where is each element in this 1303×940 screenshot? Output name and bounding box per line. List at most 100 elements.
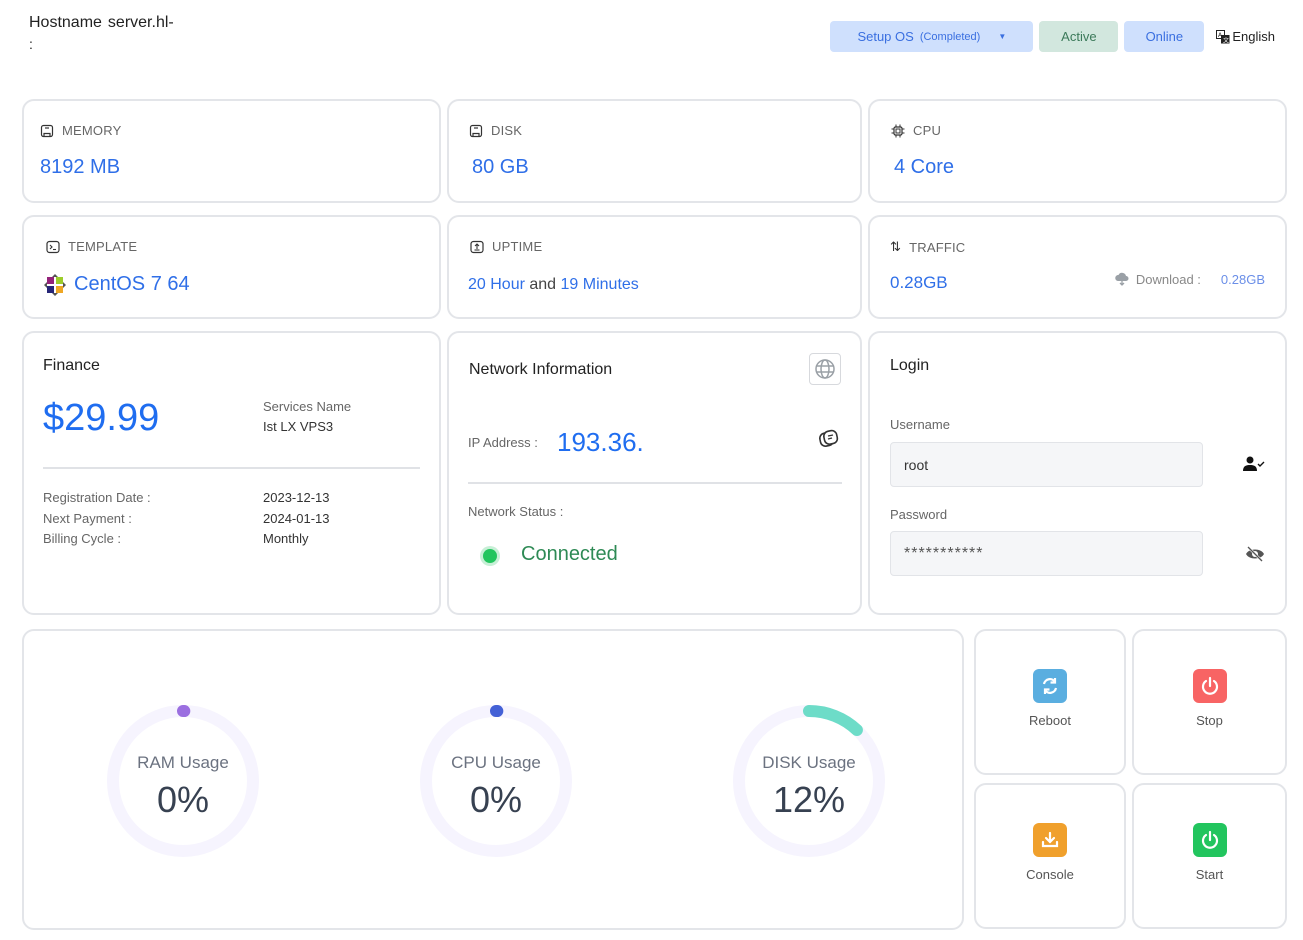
login-title: Login	[890, 357, 930, 374]
terminal-icon	[46, 240, 60, 253]
stop-button[interactable]: Stop	[1132, 629, 1287, 775]
ram-usage-label: RAM Usage	[137, 753, 229, 772]
ram-usage-gauge: RAM Usage 0%	[103, 701, 263, 861]
memory-card: MEMORY 8192 MB	[22, 99, 441, 203]
finance-title: Finance	[43, 357, 100, 374]
billing-cycle-label: Billing Cycle :	[43, 531, 122, 546]
finance-price: $29.99	[43, 397, 160, 439]
memory-label: MEMORY	[62, 123, 122, 138]
registration-date-value: 2023-12-13	[263, 490, 330, 505]
ram-usage-value: 0%	[156, 779, 210, 820]
billing-cycle-value: Monthly	[263, 531, 309, 546]
disk-usage-label: DISK Usage	[762, 753, 856, 772]
ip-address-value: 193.36.	[557, 427, 644, 457]
disk-usage-value: 12%	[772, 779, 846, 820]
reboot-button[interactable]: Reboot	[974, 629, 1126, 775]
download-icon	[1033, 822, 1067, 857]
toggle-password-button[interactable]	[1245, 546, 1265, 567]
copy-icon	[819, 429, 839, 447]
memory-icon	[40, 124, 54, 137]
user-check-icon	[1243, 456, 1265, 471]
disk-icon	[469, 124, 483, 137]
refresh-icon	[1033, 668, 1067, 703]
svg-text:文: 文	[1223, 36, 1229, 44]
eye-slash-icon	[1246, 546, 1264, 562]
disk-usage-gauge: DISK Usage 12%	[729, 701, 889, 861]
network-status-value: Connected	[521, 543, 618, 565]
disk-value: 80 GB	[472, 156, 529, 178]
next-payment-label: Next Payment :	[43, 511, 132, 526]
uptime-hours: 20 Hour	[468, 276, 525, 293]
password-value: ***********	[904, 544, 984, 562]
username-value: root	[904, 456, 929, 473]
network-status-label: Network Status :	[468, 504, 564, 519]
template-card: TEMPLATE CentOS 7 64	[22, 215, 441, 319]
cpu-value: 4 Core	[894, 156, 955, 178]
username-field[interactable]: root	[890, 442, 1203, 487]
disk-card: DISK 80 GB	[447, 99, 862, 203]
console-label: Console	[1026, 866, 1074, 882]
globe-button[interactable]	[809, 353, 841, 385]
upload-icon	[470, 240, 484, 253]
traffic-label: TRAFFIC	[909, 239, 966, 255]
finance-divider	[43, 467, 420, 469]
language-selector[interactable]: A文 English	[1216, 29, 1275, 44]
network-card: Network Information IP Address : 193.36.…	[447, 331, 862, 615]
centos-logo-icon	[44, 273, 66, 296]
online-badge: Online	[1124, 21, 1205, 52]
download-label: Download :	[1135, 271, 1201, 287]
memory-value: 8192 MB	[40, 156, 121, 178]
template-value: CentOS 7 64	[74, 273, 190, 295]
cpu-icon	[891, 124, 905, 137]
user-check-button[interactable]	[1243, 456, 1265, 477]
cpu-usage-value: 0%	[469, 779, 523, 820]
setup-os-dropdown[interactable]: Setup OS (Completed) ▼	[830, 21, 1034, 52]
reboot-label: Reboot	[1029, 712, 1071, 728]
traffic-value: 0.28GB	[890, 273, 948, 292]
globe-icon	[815, 359, 835, 379]
registration-date-label: Registration Date :	[43, 490, 151, 505]
finance-card: Finance $29.99 Services Name Ist LX VPS3…	[22, 331, 441, 615]
ip-address-label: IP Address :	[468, 435, 538, 450]
cloud-download-icon	[1115, 272, 1129, 286]
hostname-colon: :	[29, 36, 33, 52]
password-field[interactable]: ***********	[890, 531, 1203, 576]
power-icon	[1192, 822, 1227, 857]
language-label: English	[1232, 29, 1275, 44]
cpu-usage-gauge: CPU Usage 0%	[416, 701, 576, 861]
login-card: Login Username root Password ***********	[868, 331, 1287, 615]
cpu-label: CPU	[913, 123, 942, 138]
header-actions: Setup OS (Completed) ▼ Active Online A文 …	[830, 21, 1275, 52]
services-name-value: Ist LX VPS3	[263, 419, 334, 434]
arrows-updown-icon: ⇅	[890, 239, 902, 254]
hostname-label: Hostname	[29, 14, 102, 31]
cpu-usage-label: CPU Usage	[451, 753, 541, 772]
disk-label: DISK	[491, 123, 523, 138]
setup-os-status: (Completed)	[919, 30, 981, 43]
power-icon	[1192, 668, 1227, 703]
network-divider	[468, 482, 842, 484]
disk-gauge-arc	[803, 705, 863, 736]
password-label: Password	[890, 507, 948, 522]
template-label: TEMPLATE	[68, 239, 138, 254]
traffic-card: ⇅ TRAFFIC 0.28GB Download : 0.28GB	[868, 215, 1287, 319]
copy-ip-button[interactable]	[818, 429, 840, 454]
cpu-card: CPU 4 Core	[868, 99, 1287, 203]
caret-down-icon: ▼	[998, 32, 1007, 41]
download-value: 0.28GB	[1220, 271, 1265, 287]
start-label: Start	[1195, 866, 1224, 882]
usage-card: RAM Usage 0% CPU Usage 0% DISK Usage 12%	[22, 629, 964, 930]
console-button[interactable]: Console	[974, 783, 1126, 929]
setup-os-label: Setup OS	[857, 29, 914, 44]
translate-icon: A文	[1216, 29, 1230, 44]
uptime-and: and	[529, 276, 557, 293]
uptime-minutes: 19 Minutes	[560, 276, 639, 293]
start-button[interactable]: Start	[1132, 783, 1287, 929]
username-label: Username	[890, 417, 950, 432]
uptime-card: UPTIME 20 Hour and 19 Minutes	[447, 215, 862, 319]
hostname-block: Hostname server.hl- :	[29, 14, 229, 52]
active-badge: Active	[1039, 21, 1119, 52]
stop-label: Stop	[1196, 712, 1223, 728]
network-title: Network Information	[469, 361, 613, 378]
status-dot	[483, 549, 497, 563]
